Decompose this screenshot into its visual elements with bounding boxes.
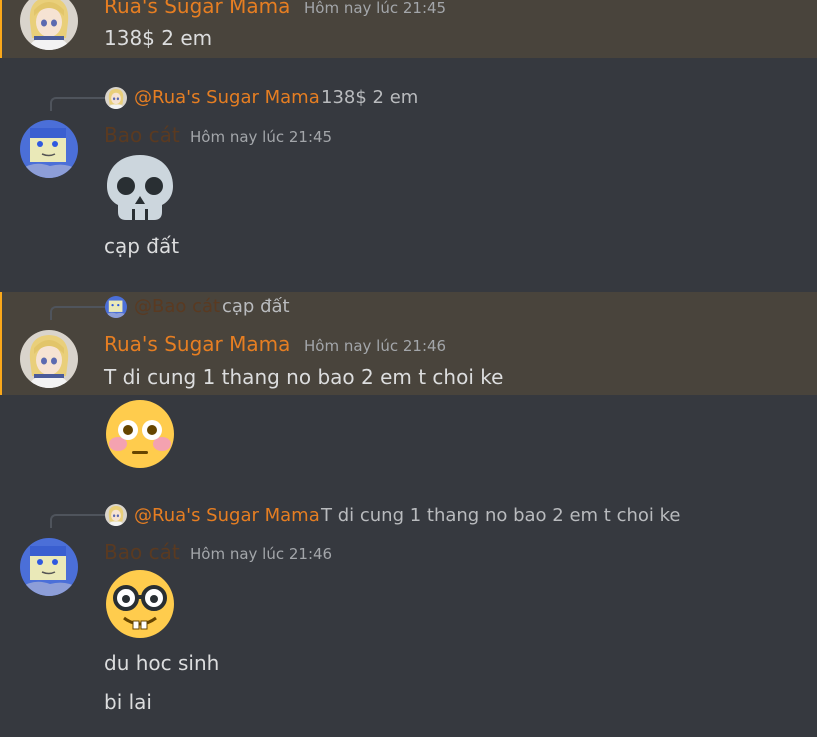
- timestamp: Hôm nay lúc 21:45: [190, 128, 333, 146]
- avatar[interactable]: [20, 330, 78, 388]
- timestamp: Hôm nay lúc 21:45: [304, 0, 447, 17]
- reply-preview[interactable]: T di cung 1 thang no bao 2 em t choi ke: [321, 505, 680, 526]
- author-name[interactable]: Bao cát: [104, 540, 180, 564]
- reply-spine: [50, 514, 106, 528]
- message-text: 138$ 2 em: [104, 26, 213, 50]
- reply-spine: [50, 97, 106, 111]
- message-text: du hoc sinh: [104, 651, 220, 675]
- blue-face-avatar-icon: [105, 296, 127, 318]
- reply-mention[interactable]: @Rua's Sugar Mama: [134, 87, 320, 108]
- reply-spine: [50, 306, 106, 320]
- timestamp: Hôm nay lúc 21:46: [304, 337, 447, 355]
- message-text: cạp đất: [104, 234, 180, 258]
- timestamp: Hôm nay lúc 21:46: [190, 545, 333, 563]
- anime-girl-avatar-icon: [105, 87, 127, 109]
- message-text: T di cung 1 thang no bao 2 em t choi ke: [104, 365, 504, 389]
- flushed-face-emoji: [106, 400, 174, 468]
- avatar[interactable]: [20, 538, 78, 596]
- avatar[interactable]: [20, 120, 78, 178]
- author-name[interactable]: Rua's Sugar Mama: [104, 0, 290, 18]
- nerd-face-emoji: [106, 570, 174, 638]
- message-text: bi lai: [104, 690, 152, 714]
- reply-mention[interactable]: @Bao cát: [134, 296, 220, 317]
- reply-mention[interactable]: @Rua's Sugar Mama: [134, 505, 320, 526]
- reply-preview[interactable]: 138$ 2 em: [321, 87, 418, 108]
- reply-preview[interactable]: cạp đất: [222, 296, 290, 317]
- anime-girl-avatar-icon: [105, 504, 127, 526]
- author-name[interactable]: Bao cát: [104, 123, 180, 147]
- skull-emoji: [107, 155, 173, 220]
- author-name[interactable]: Rua's Sugar Mama: [104, 332, 290, 356]
